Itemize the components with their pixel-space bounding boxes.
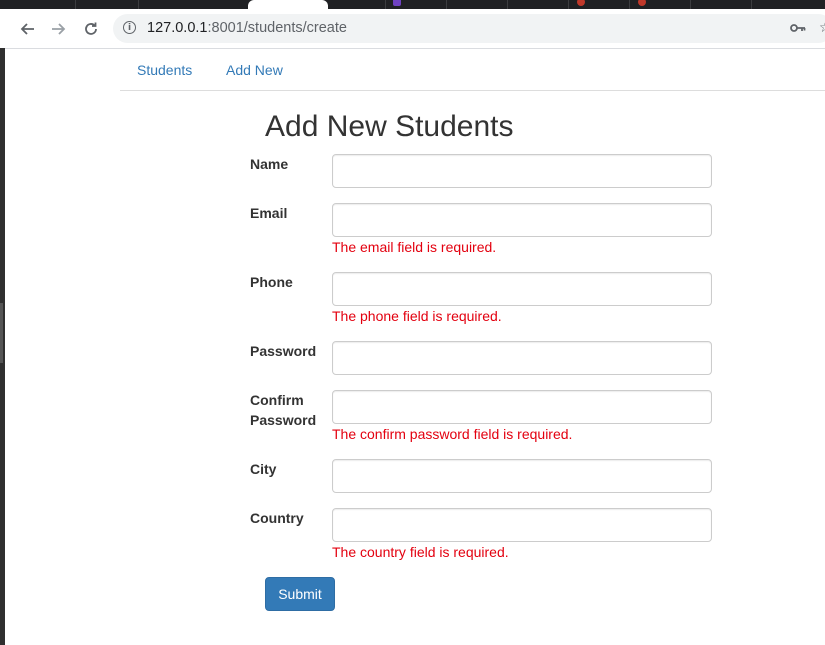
name-label: Name <box>250 156 289 172</box>
back-arrow-icon <box>20 23 34 35</box>
browser-tab-active[interactable] <box>248 0 328 9</box>
submit-button[interactable]: Submit <box>265 577 335 611</box>
site-navbar: Students Add New <box>120 49 825 91</box>
password-input[interactable] <box>332 341 712 375</box>
page-title: Add New Students <box>265 110 514 143</box>
browser-tab[interactable] <box>75 0 138 9</box>
browser-tab[interactable] <box>690 0 751 9</box>
browser-tab[interactable] <box>138 0 201 9</box>
confirm-password-error: The confirm password field is required. <box>332 426 573 442</box>
password-label: Password <box>250 343 317 359</box>
back-button[interactable] <box>16 18 38 40</box>
name-input[interactable] <box>332 154 712 188</box>
browser-tab[interactable] <box>507 0 568 9</box>
key-icon[interactable] <box>790 21 806 35</box>
nav-link-students[interactable]: Students <box>137 62 192 78</box>
browser-tab[interactable] <box>629 0 690 9</box>
city-input[interactable] <box>332 459 712 493</box>
forward-arrow-icon <box>52 23 66 35</box>
forward-button[interactable] <box>48 18 70 40</box>
window-edge <box>0 48 5 645</box>
browser-tab[interactable] <box>385 0 446 9</box>
confirm-password-label: Confirm Password <box>250 390 325 430</box>
tab-favicon-icon <box>577 0 585 6</box>
reload-icon <box>85 22 97 35</box>
browser-toolbar: i 127.0.0.1:8001/students/create ☆ <box>0 9 825 49</box>
email-error: The email field is required. <box>332 239 497 255</box>
phone-error: The phone field is required. <box>332 308 502 324</box>
confirm-password-input[interactable] <box>332 390 712 424</box>
browser-tab[interactable] <box>568 0 629 9</box>
bookmark-star-icon[interactable]: ☆ <box>819 19 825 36</box>
site-info-icon[interactable]: i <box>123 21 136 34</box>
confirm-password-label-line1: Confirm <box>250 392 304 408</box>
browser-tab-strip <box>0 0 825 9</box>
phone-input[interactable] <box>332 272 712 306</box>
country-error: The country field is required. <box>332 544 509 560</box>
nav-link-add-new[interactable]: Add New <box>226 62 283 78</box>
email-label: Email <box>250 205 288 221</box>
reload-button[interactable] <box>80 18 102 40</box>
country-label: Country <box>250 510 304 526</box>
window-edge-mark <box>0 303 3 363</box>
browser-tab[interactable] <box>751 0 825 9</box>
country-input[interactable] <box>332 508 712 542</box>
city-label: City <box>250 461 277 477</box>
url-text[interactable]: 127.0.0.1:8001/students/create <box>147 20 347 36</box>
email-input[interactable] <box>332 203 712 237</box>
browser-tab[interactable] <box>446 0 507 9</box>
confirm-password-label-line2: Password <box>250 412 317 428</box>
tab-favicon-icon <box>638 0 646 6</box>
phone-label: Phone <box>250 274 293 290</box>
tab-favicon-icon <box>393 0 401 6</box>
address-bar[interactable]: i 127.0.0.1:8001/students/create ☆ <box>113 14 825 43</box>
